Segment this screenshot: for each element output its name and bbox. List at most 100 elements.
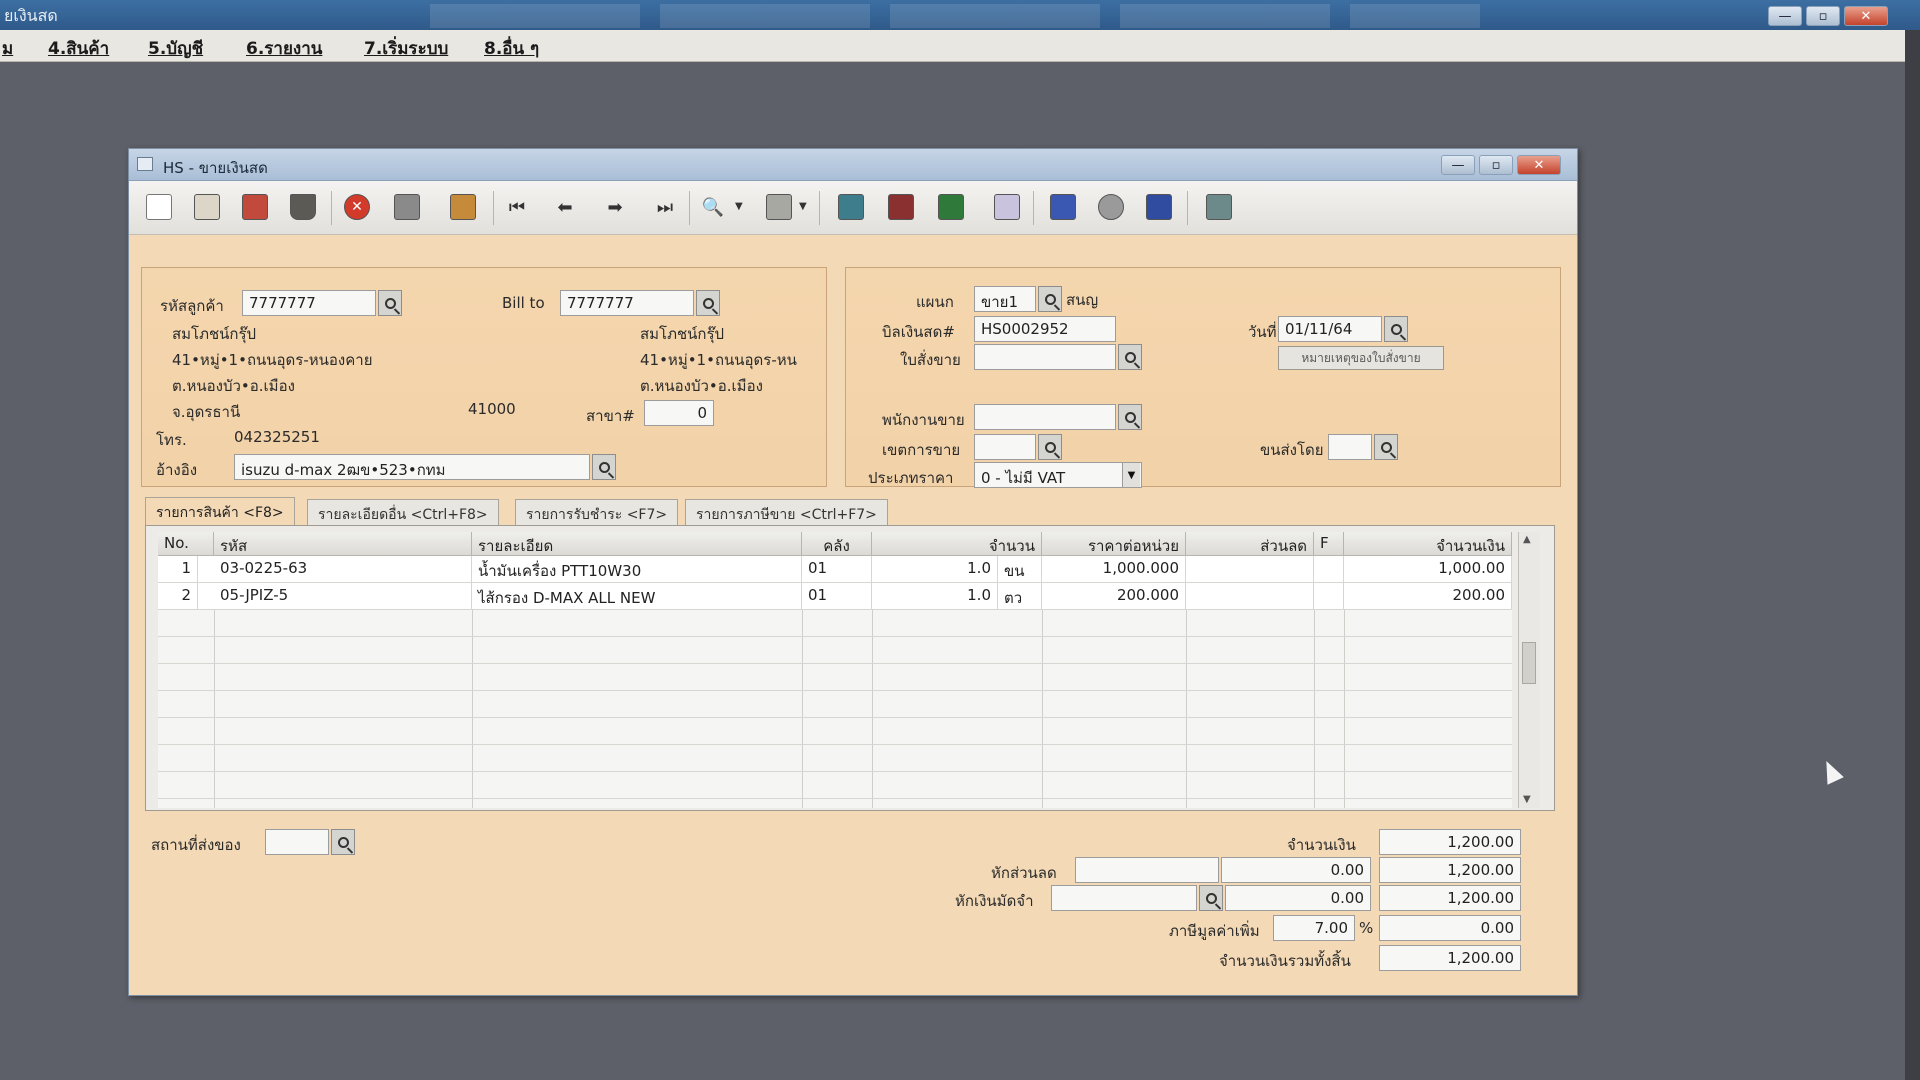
close-button[interactable]: ✕ bbox=[1517, 155, 1561, 175]
toolbar-separator bbox=[1033, 191, 1034, 225]
minimize-button[interactable]: — bbox=[1768, 6, 1802, 26]
tab-sales-tax[interactable]: รายการภาษีขาย <Ctrl+F7> bbox=[685, 499, 888, 525]
find-dropdown-icon[interactable]: ▼ bbox=[735, 201, 743, 212]
customer-code-input[interactable]: 7777777 bbox=[242, 290, 376, 316]
ship-by-input[interactable] bbox=[1328, 434, 1372, 460]
ok-icon[interactable] bbox=[1143, 191, 1175, 223]
excel-icon[interactable] bbox=[991, 191, 1023, 223]
price-type-select[interactable]: 0 - ไม่มี VAT bbox=[974, 462, 1142, 488]
menu-item-products[interactable]: 4.สินค้า bbox=[48, 35, 109, 62]
deposit-lookup-button[interactable] bbox=[1199, 885, 1223, 911]
table-row-empty[interactable] bbox=[158, 718, 1512, 745]
cell-description: น้ำมันเครื่อง PTT10W30 bbox=[472, 556, 802, 583]
table-row-empty[interactable] bbox=[158, 745, 1512, 772]
close-button[interactable]: ✕ bbox=[1844, 6, 1888, 26]
find-icon[interactable]: 🔍 bbox=[697, 191, 729, 223]
ship-place-input[interactable] bbox=[265, 829, 329, 855]
table-row-empty[interactable] bbox=[158, 637, 1512, 664]
first-icon[interactable]: ⏮ bbox=[501, 191, 533, 223]
last-icon[interactable]: ⏭ bbox=[649, 191, 681, 223]
menu-item-main[interactable]: ม bbox=[2, 35, 13, 62]
col-header-f[interactable]: F bbox=[1314, 532, 1344, 556]
chevron-down-icon[interactable]: ▼ bbox=[1122, 463, 1140, 487]
col-header-no[interactable]: No. bbox=[158, 532, 214, 556]
cell-f bbox=[1314, 556, 1344, 583]
table-row-empty[interactable] bbox=[158, 772, 1512, 799]
bill-to-label: Bill to bbox=[502, 294, 545, 312]
col-header-description[interactable]: รายละเอียด bbox=[472, 532, 802, 556]
items-grid-panel: No. รหัส รายละเอียด คลัง จำนวน ราคาต่อหน… bbox=[145, 525, 1555, 811]
scroll-thumb[interactable] bbox=[1522, 642, 1536, 684]
sales-order-lookup-button[interactable] bbox=[1118, 344, 1142, 370]
ship-place-lookup-button[interactable] bbox=[331, 829, 355, 855]
minimize-button[interactable]: — bbox=[1441, 155, 1475, 175]
menu-item-others[interactable]: 8.อื่น ๆ bbox=[484, 35, 539, 62]
print-icon[interactable] bbox=[763, 191, 795, 223]
bill-to-lookup-button[interactable] bbox=[696, 290, 720, 316]
post-ok-icon[interactable] bbox=[1047, 191, 1079, 223]
menu-item-accounts[interactable]: 5.บัญชี bbox=[148, 35, 203, 62]
edit-icon[interactable] bbox=[191, 191, 223, 223]
prev-icon[interactable]: ⬅ bbox=[549, 191, 581, 223]
customer-lookup-button[interactable] bbox=[378, 290, 402, 316]
date-picker-button[interactable] bbox=[1384, 316, 1408, 342]
bill-to-input[interactable]: 7777777 bbox=[560, 290, 694, 316]
salesman-lookup-button[interactable] bbox=[1118, 404, 1142, 430]
col-header-quantity[interactable]: จำนวน bbox=[872, 532, 1042, 556]
scroll-down-icon[interactable]: ▼ bbox=[1523, 794, 1531, 805]
table-row-empty[interactable] bbox=[158, 664, 1512, 691]
table-row[interactable]: 1 03-0225-63 น้ำมันเครื่อง PTT10W30 01 1… bbox=[158, 556, 1512, 583]
reference-lookup-button[interactable] bbox=[592, 454, 616, 480]
tab-items[interactable]: รายการสินค้า <F8> bbox=[145, 497, 295, 525]
new-icon[interactable] bbox=[143, 191, 175, 223]
discount-input[interactable] bbox=[1075, 857, 1219, 883]
salesman-input[interactable] bbox=[974, 404, 1116, 430]
tab-payments[interactable]: รายการรับชำระ <F7> bbox=[515, 499, 679, 525]
col-header-unit-price[interactable]: ราคาต่อหน่วย bbox=[1042, 532, 1186, 556]
col-header-amount[interactable]: จำนวนเงิน bbox=[1344, 532, 1512, 556]
grid-scrollbar[interactable]: ▲ ▼ bbox=[1518, 532, 1540, 808]
save-icon[interactable] bbox=[391, 191, 423, 223]
cancel-icon[interactable]: ✕ bbox=[341, 191, 373, 223]
table-row[interactable]: 2 05-JPIZ-5 ไส้กรอง D-MAX ALL NEW 01 1.0… bbox=[158, 583, 1512, 610]
tab-other-details[interactable]: รายละเอียดอื่น <Ctrl+F8> bbox=[307, 499, 499, 525]
approve-icon[interactable] bbox=[447, 191, 479, 223]
order-note-button[interactable]: หมายเหตุของใบสั่งขาย bbox=[1278, 346, 1444, 370]
sales-order-input[interactable] bbox=[974, 344, 1116, 370]
bill-no-input[interactable]: HS0002952 bbox=[974, 316, 1116, 342]
reference-input[interactable]: isuzu d-max 2ฒข•523•กทม bbox=[234, 454, 590, 480]
customer-phone: 042325251 bbox=[234, 428, 320, 446]
window-icon bbox=[137, 157, 153, 171]
scroll-up-icon[interactable]: ▲ bbox=[1523, 534, 1531, 545]
department-lookup-button[interactable] bbox=[1038, 286, 1062, 312]
next-icon[interactable]: ➡ bbox=[599, 191, 631, 223]
col-header-code[interactable]: รหัส bbox=[214, 532, 472, 556]
screen2-icon[interactable] bbox=[885, 191, 917, 223]
branch-input[interactable]: 0 bbox=[644, 400, 714, 426]
menu-item-reports[interactable]: 6.รายงาน bbox=[246, 35, 322, 62]
col-header-discount[interactable]: ส่วนลด bbox=[1186, 532, 1314, 556]
ship-by-lookup-button[interactable] bbox=[1374, 434, 1398, 460]
screen1-icon[interactable] bbox=[835, 191, 867, 223]
col-header-warehouse[interactable]: คลัง bbox=[802, 532, 872, 556]
delete-icon[interactable] bbox=[287, 191, 319, 223]
print-dropdown-icon[interactable]: ▼ bbox=[799, 201, 807, 212]
copy-icon[interactable] bbox=[239, 191, 271, 223]
export-icon[interactable] bbox=[1203, 191, 1235, 223]
toolbar: ✕ ⏮ ⬅ ➡ ⏭ 🔍 ▼ ▼ bbox=[129, 181, 1577, 235]
vat-rate-input[interactable]: 7.00 bbox=[1273, 915, 1355, 941]
table-row-empty[interactable] bbox=[158, 691, 1512, 718]
maximize-button[interactable]: ▫ bbox=[1806, 6, 1840, 26]
table-row-empty[interactable] bbox=[158, 610, 1512, 637]
maximize-button[interactable]: ▫ bbox=[1479, 155, 1513, 175]
sales-area-input[interactable] bbox=[974, 434, 1036, 460]
sales-area-lookup-button[interactable] bbox=[1038, 434, 1062, 460]
deposit-input[interactable] bbox=[1051, 885, 1197, 911]
menu-item-setup[interactable]: 7.เริ่มระบบ bbox=[364, 35, 448, 62]
cell-quantity: 1.0 bbox=[872, 556, 998, 583]
calc-icon[interactable] bbox=[935, 191, 967, 223]
toolbar-separator bbox=[331, 191, 332, 225]
department-input[interactable]: ขาย1 bbox=[974, 286, 1036, 312]
date-input[interactable]: 01/11/64 bbox=[1278, 316, 1382, 342]
tools-icon[interactable] bbox=[1095, 191, 1127, 223]
